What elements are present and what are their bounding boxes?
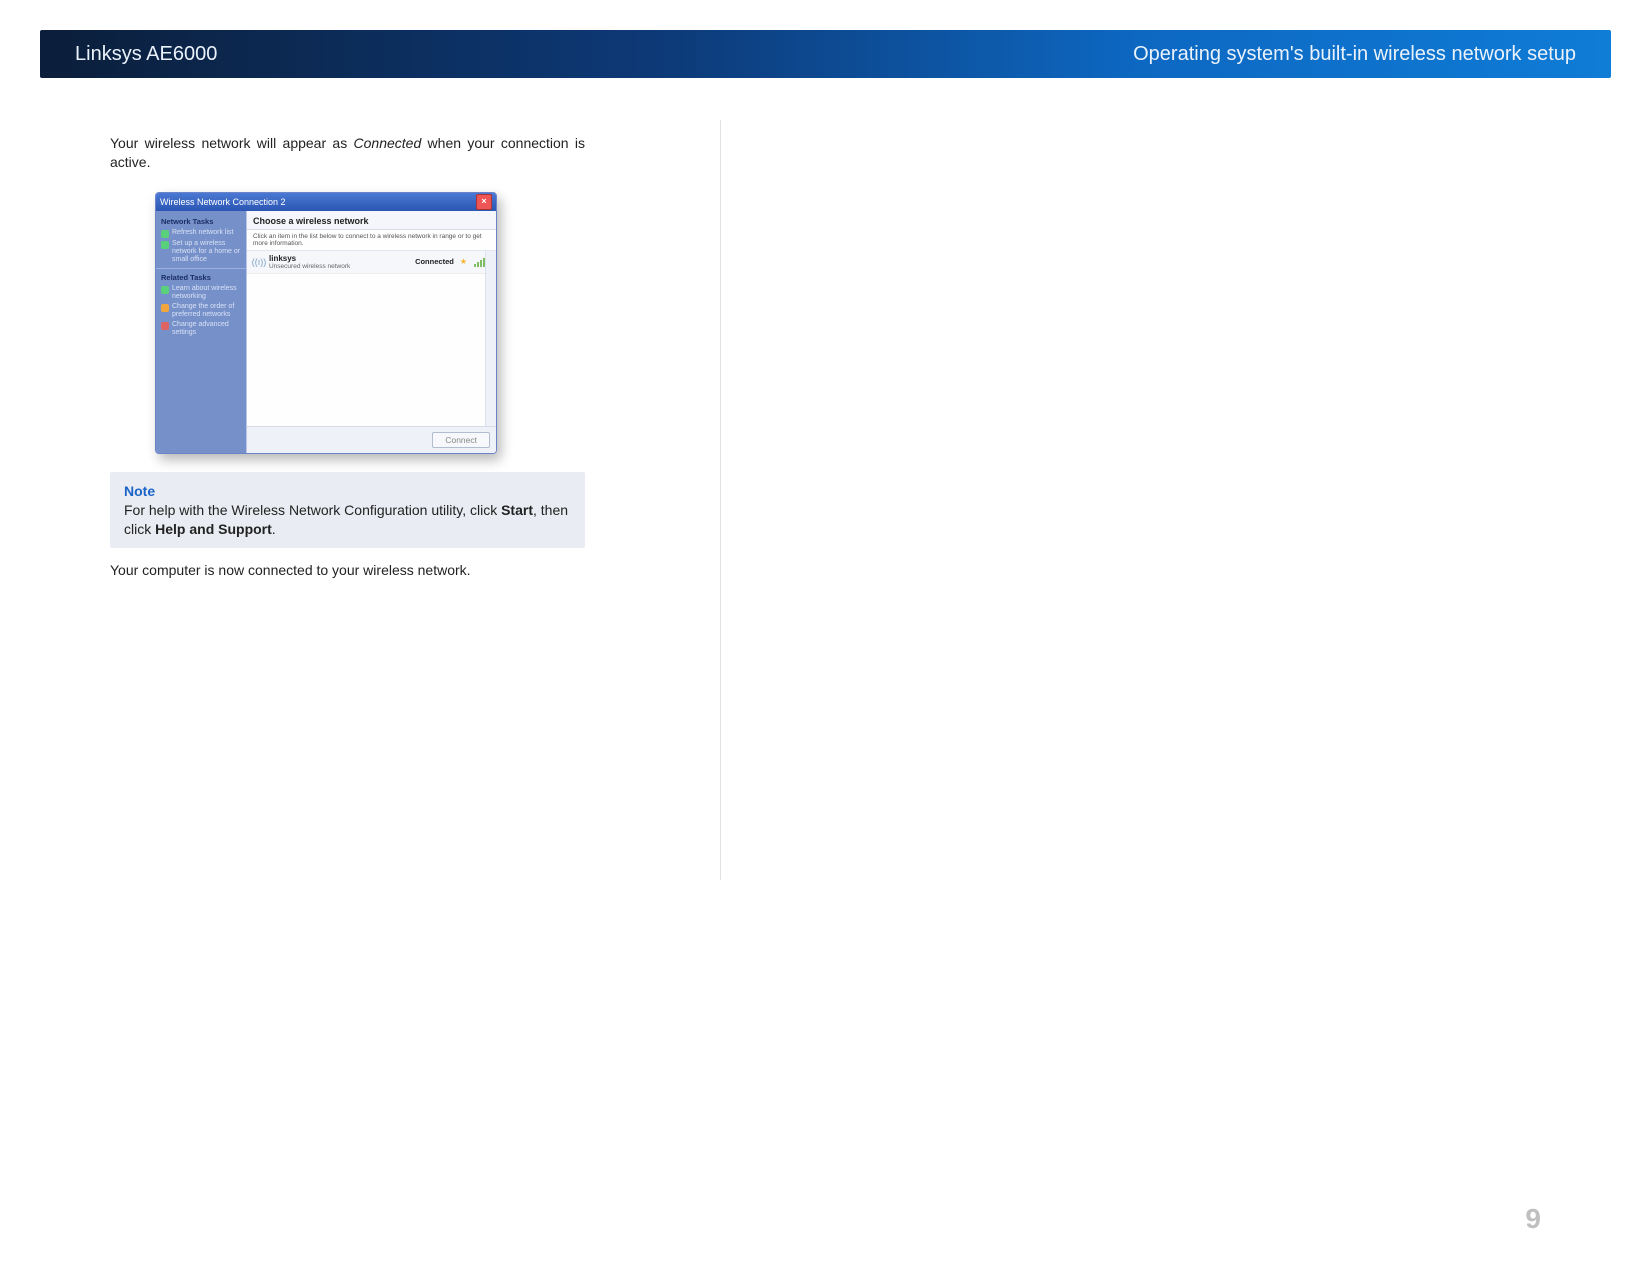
- network-item[interactable]: ((ı)) linksys Unsecured wireless network…: [247, 251, 496, 274]
- note-text-3: .: [272, 521, 276, 537]
- refresh-icon: [161, 230, 169, 238]
- note-title: Note: [124, 483, 155, 499]
- learn-icon: [161, 286, 169, 294]
- column-divider: [720, 120, 721, 880]
- choose-heading: Choose a wireless network: [247, 211, 496, 230]
- network-subtitle: Unsecured wireless network: [269, 263, 411, 270]
- sidebar-section-related-tasks: Related Tasks: [161, 273, 241, 282]
- left-column: Your wireless network will appear as Con…: [110, 134, 585, 578]
- dialog-body: Network Tasks Refresh network list Set u…: [156, 211, 496, 453]
- dialog-titlebar: Wireless Network Connection 2 ×: [156, 193, 496, 211]
- antenna-icon: ((ı)): [253, 254, 265, 270]
- network-status: Connected: [415, 257, 454, 266]
- task-learn[interactable]: Learn about wireless networking: [161, 285, 241, 301]
- network-name: linksys: [269, 254, 411, 263]
- page-header: Linksys AE6000 Operating system's built-…: [40, 30, 1611, 78]
- task-refresh[interactable]: Refresh network list: [161, 229, 241, 238]
- page-number: 9: [1525, 1203, 1541, 1235]
- order-icon: [161, 304, 169, 312]
- header-right: Operating system's built-in wireless net…: [1133, 43, 1576, 66]
- dialog-main: Choose a wireless network Click an item …: [246, 211, 496, 453]
- page-body: Your wireless network will appear as Con…: [110, 120, 1541, 1195]
- task-advanced[interactable]: Change advanced settings: [161, 321, 241, 337]
- task-setup-network[interactable]: Set up a wireless network for a home or …: [161, 240, 241, 264]
- closing-paragraph: Your computer is now connected to your w…: [110, 562, 585, 578]
- advanced-icon: [161, 322, 169, 330]
- task-change-order[interactable]: Change the order of preferred networks: [161, 303, 241, 319]
- wireless-dialog: Wireless Network Connection 2 × Network …: [155, 192, 497, 454]
- intro-before: Your wireless network will appear as: [110, 135, 354, 151]
- network-info: linksys Unsecured wireless network: [269, 254, 411, 270]
- manual-page: Linksys AE6000 Operating system's built-…: [0, 0, 1651, 1275]
- intro-paragraph: Your wireless network will appear as Con…: [110, 134, 585, 172]
- intro-italic: Connected: [354, 135, 422, 151]
- note-help: Help and Support: [155, 521, 272, 537]
- star-icon: ★: [460, 257, 467, 266]
- dialog-sidebar: Network Tasks Refresh network list Set u…: [156, 211, 246, 453]
- connect-button[interactable]: Connect: [432, 432, 490, 448]
- sidebar-divider: [156, 268, 246, 269]
- note-text-1: For help with the Wireless Network Confi…: [124, 502, 501, 518]
- dialog-footer: Connect: [247, 426, 496, 453]
- note-box: Note For help with the Wireless Network …: [110, 472, 585, 549]
- sidebar-section-network-tasks: Network Tasks: [161, 217, 241, 226]
- close-icon[interactable]: ×: [476, 194, 492, 210]
- network-list: ((ı)) linksys Unsecured wireless network…: [247, 251, 496, 426]
- scrollbar[interactable]: [485, 251, 496, 426]
- choose-hint: Click an item in the list below to conne…: [247, 230, 496, 251]
- dialog-title: Wireless Network Connection 2: [160, 197, 286, 207]
- header-left: Linksys AE6000: [75, 43, 217, 66]
- note-start: Start: [501, 502, 533, 518]
- setup-icon: [161, 241, 169, 249]
